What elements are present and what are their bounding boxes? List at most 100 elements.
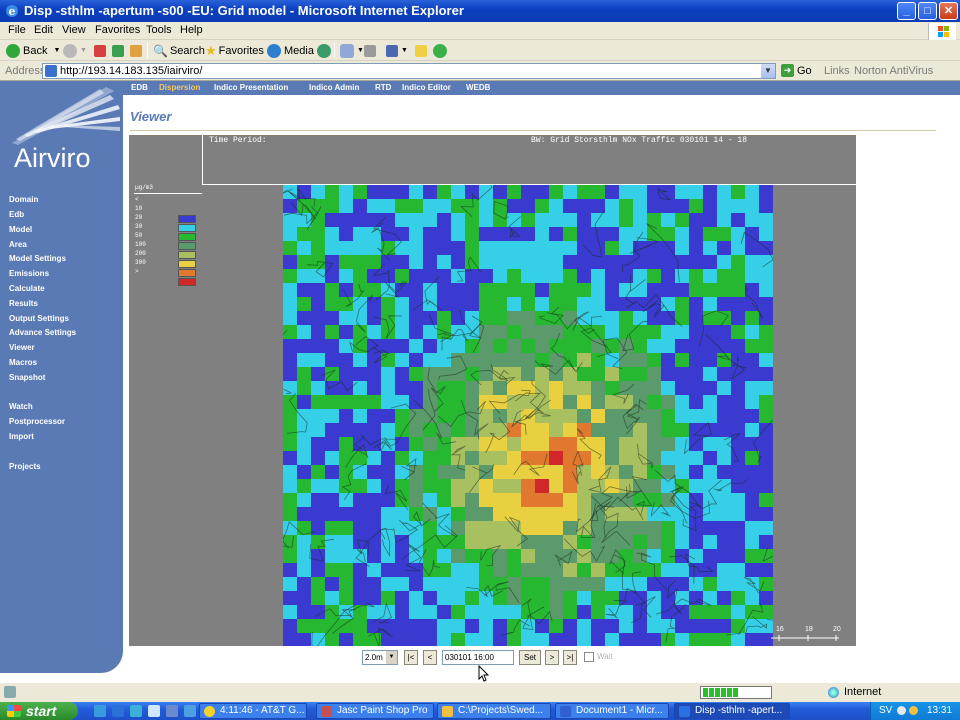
menu-help[interactable]: Help: [180, 24, 203, 36]
side-nav-emissions[interactable]: Emissions: [9, 269, 49, 278]
grid-cell: [647, 283, 661, 297]
task-button-active[interactable]: Disp -sthlm -apert...: [674, 703, 790, 719]
grid-cell: [493, 297, 507, 311]
grid-cell: [633, 269, 647, 283]
internet-explorer-icon[interactable]: [112, 705, 124, 717]
address-dropdown-icon[interactable]: ▼: [761, 64, 775, 78]
minimize-button[interactable]: _: [897, 2, 916, 20]
close-button[interactable]: ✕: [939, 2, 958, 20]
history-button[interactable]: [317, 42, 334, 59]
next-button[interactable]: >: [545, 650, 559, 665]
grid-cell: [703, 339, 717, 353]
back-arrow-icon: [6, 43, 20, 58]
back-button[interactable]: Back ▼: [6, 42, 60, 59]
previous-button[interactable]: <: [423, 650, 437, 665]
grid-cell: [675, 311, 689, 325]
menu-edit[interactable]: Edit: [34, 24, 53, 36]
first-button[interactable]: |<: [404, 650, 418, 665]
side-nav-postprocessor[interactable]: Postprocessor: [9, 417, 65, 426]
task-button[interactable]: 4:11:46 - AT&T G...: [199, 703, 307, 719]
grid-cell: [311, 493, 325, 507]
grid-cell: [353, 535, 367, 549]
wait-checkbox[interactable]: [584, 652, 594, 662]
outlook-icon[interactable]: [130, 705, 142, 717]
grid-cell: [759, 325, 773, 339]
last-button[interactable]: >|: [563, 650, 577, 665]
side-nav-advance-settings[interactable]: Advance Settings: [9, 328, 76, 337]
grid-cell: [605, 633, 619, 646]
side-nav-projects[interactable]: Projects: [9, 462, 41, 471]
media-button[interactable]: Media: [267, 42, 314, 59]
show-desktop-icon[interactable]: [94, 705, 106, 717]
side-nav-area[interactable]: Area: [9, 240, 27, 249]
edit-button[interactable]: ▼: [386, 42, 408, 59]
start-button[interactable]: start: [0, 702, 78, 720]
top-nav-rtd[interactable]: RTD: [375, 83, 391, 92]
top-nav-indico-editor[interactable]: Indico Editor: [402, 83, 451, 92]
side-nav-watch[interactable]: Watch: [9, 402, 33, 411]
print-button[interactable]: [364, 42, 379, 59]
discuss-button[interactable]: [415, 42, 430, 59]
time-input[interactable]: 030101 16:00: [442, 650, 514, 665]
top-nav-edb[interactable]: EDB: [131, 83, 148, 92]
grid-cell: [535, 437, 549, 451]
quicklaunch-icon[interactable]: [166, 705, 178, 717]
messenger-button[interactable]: [433, 42, 450, 59]
side-nav-results[interactable]: Results: [9, 299, 38, 308]
menu-favorites[interactable]: Favorites: [95, 24, 140, 36]
side-nav-output-settings[interactable]: Output Settings: [9, 314, 69, 323]
maximize-button[interactable]: □: [918, 2, 937, 20]
top-nav-wedb[interactable]: WEDB: [466, 83, 490, 92]
security-zone: Internet: [828, 686, 881, 698]
set-button[interactable]: Set: [519, 650, 541, 665]
network-icon[interactable]: [897, 706, 906, 715]
side-nav-calculate[interactable]: Calculate: [9, 284, 45, 293]
side-nav-macros[interactable]: Macros: [9, 358, 37, 367]
side-nav-edb[interactable]: Edb: [9, 210, 24, 219]
side-nav-viewer[interactable]: Viewer: [9, 343, 35, 352]
grid-cell: [717, 493, 731, 507]
task-button[interactable]: Document1 - Micr...: [555, 703, 669, 719]
task-button[interactable]: Jasc Paint Shop Pro: [316, 703, 434, 719]
grid-cell: [703, 367, 717, 381]
grid-cell: [409, 633, 423, 646]
concentration-map[interactable]: [283, 185, 773, 646]
grid-cell: [381, 423, 395, 437]
side-nav-import[interactable]: Import: [9, 432, 34, 441]
quicklaunch-icon[interactable]: [184, 705, 196, 717]
media-player-icon[interactable]: [148, 705, 160, 717]
grid-cell: [493, 311, 507, 325]
top-nav-dispersion[interactable]: Dispersion: [159, 83, 200, 92]
address-url[interactable]: http://193.14.183.135/iairviro/: [60, 65, 202, 77]
grid-cell: [577, 577, 591, 591]
top-nav-indico-presentation[interactable]: Indico Presentation: [214, 83, 288, 92]
side-nav-model-settings[interactable]: Model Settings: [9, 254, 66, 263]
grid-cell: [409, 227, 423, 241]
stop-button[interactable]: [94, 42, 109, 59]
grid-cell: [619, 605, 633, 619]
home-button[interactable]: [130, 42, 145, 59]
grid-cell: [437, 311, 451, 325]
links-button[interactable]: Links: [824, 65, 850, 77]
volume-icon[interactable]: [909, 706, 918, 715]
language-indicator[interactable]: SV: [879, 705, 892, 716]
time-step-select[interactable]: 2.0m ▼: [362, 650, 398, 665]
task-button[interactable]: C:\Projects\Swed...: [437, 703, 551, 719]
mail-button[interactable]: ▼: [340, 42, 364, 59]
side-nav-model[interactable]: Model: [9, 225, 32, 234]
go-button[interactable]: ➜ Go: [781, 64, 812, 77]
top-nav-indico-admin[interactable]: Indico Admin: [309, 83, 359, 92]
norton-antivirus-button[interactable]: Norton AntiVirus: [854, 65, 933, 77]
menu-view[interactable]: View: [62, 24, 86, 36]
side-nav-domain[interactable]: Domain: [9, 195, 38, 204]
refresh-button[interactable]: [112, 42, 127, 59]
search-button[interactable]: 🔍 Search: [153, 42, 205, 59]
grid-cell: [605, 241, 619, 255]
favorites-button[interactable]: ★ Favorites: [205, 42, 264, 59]
side-nav-snapshot[interactable]: Snapshot: [9, 373, 45, 382]
chevron-down-icon[interactable]: ▼: [386, 651, 397, 664]
forward-button[interactable]: ▼: [63, 42, 87, 59]
menu-file[interactable]: File: [8, 24, 26, 36]
address-input[interactable]: http://193.14.183.135/iairviro/ ▼: [42, 63, 776, 79]
menu-tools[interactable]: Tools: [146, 24, 172, 36]
